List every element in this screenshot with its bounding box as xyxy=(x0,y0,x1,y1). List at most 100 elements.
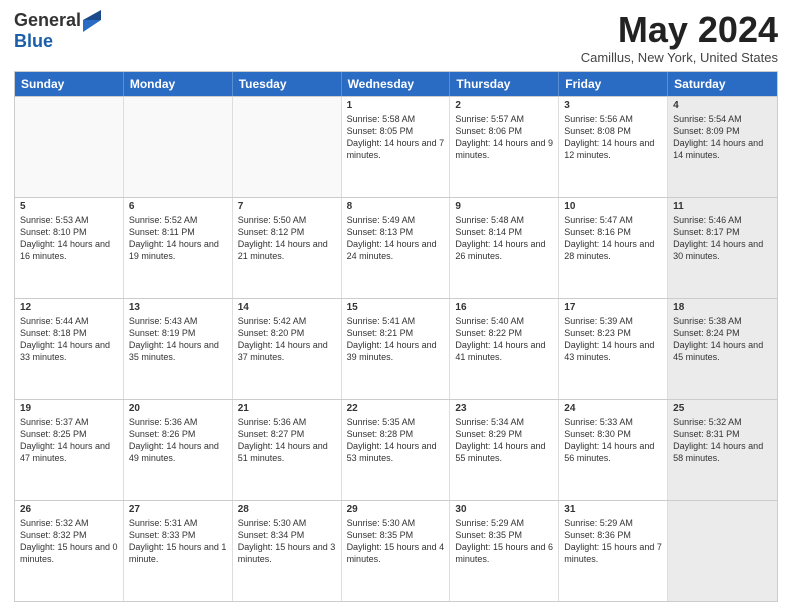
location: Camillus, New York, United States xyxy=(581,50,778,65)
day-number: 29 xyxy=(347,504,445,515)
day-number: 2 xyxy=(455,100,553,111)
calendar-cell: 6 Sunrise: 5:52 AM Sunset: 8:11 PM Daylig… xyxy=(124,198,233,298)
cell-text: Sunrise: 5:49 AM Sunset: 8:13 PM Dayligh… xyxy=(347,214,445,263)
cell-text: Sunrise: 5:43 AM Sunset: 8:19 PM Dayligh… xyxy=(129,315,227,364)
day-number: 1 xyxy=(347,100,445,111)
calendar-cell: 13 Sunrise: 5:43 AM Sunset: 8:19 PM Dayli… xyxy=(124,299,233,399)
cell-text: Sunrise: 5:32 AM Sunset: 8:31 PM Dayligh… xyxy=(673,416,772,465)
logo: General Blue xyxy=(14,10,101,52)
calendar-cell: 12 Sunrise: 5:44 AM Sunset: 8:18 PM Dayli… xyxy=(15,299,124,399)
day-number: 23 xyxy=(455,403,553,414)
calendar-header-cell: Sunday xyxy=(15,72,124,96)
day-number: 17 xyxy=(564,302,662,313)
logo-icon xyxy=(83,10,101,32)
cell-text: Sunrise: 5:44 AM Sunset: 8:18 PM Dayligh… xyxy=(20,315,118,364)
calendar-cell: 17 Sunrise: 5:39 AM Sunset: 8:23 PM Dayli… xyxy=(559,299,668,399)
cell-text: Sunrise: 5:35 AM Sunset: 8:28 PM Dayligh… xyxy=(347,416,445,465)
logo-text: General Blue xyxy=(14,10,101,52)
calendar-cell: 10 Sunrise: 5:47 AM Sunset: 8:16 PM Dayli… xyxy=(559,198,668,298)
cell-text: Sunrise: 5:50 AM Sunset: 8:12 PM Dayligh… xyxy=(238,214,336,263)
cell-text: Sunrise: 5:57 AM Sunset: 8:06 PM Dayligh… xyxy=(455,113,553,162)
calendar-cell: 4 Sunrise: 5:54 AM Sunset: 8:09 PM Daylig… xyxy=(668,97,777,197)
day-number: 31 xyxy=(564,504,662,515)
calendar-cell: 9 Sunrise: 5:48 AM Sunset: 8:14 PM Daylig… xyxy=(450,198,559,298)
day-number: 15 xyxy=(347,302,445,313)
cell-text: Sunrise: 5:37 AM Sunset: 8:25 PM Dayligh… xyxy=(20,416,118,465)
day-number: 12 xyxy=(20,302,118,313)
calendar-cell: 11 Sunrise: 5:46 AM Sunset: 8:17 PM Dayli… xyxy=(668,198,777,298)
calendar-cell: 31 Sunrise: 5:29 AM Sunset: 8:36 PM Dayli… xyxy=(559,501,668,601)
calendar-header-cell: Wednesday xyxy=(342,72,451,96)
cell-text: Sunrise: 5:36 AM Sunset: 8:26 PM Dayligh… xyxy=(129,416,227,465)
cell-text: Sunrise: 5:33 AM Sunset: 8:30 PM Dayligh… xyxy=(564,416,662,465)
header: General Blue May 2024 Camillus, New York… xyxy=(14,10,778,65)
cell-text: Sunrise: 5:47 AM Sunset: 8:16 PM Dayligh… xyxy=(564,214,662,263)
calendar-cell xyxy=(15,97,124,197)
calendar-cell xyxy=(124,97,233,197)
calendar-cell: 20 Sunrise: 5:36 AM Sunset: 8:26 PM Dayli… xyxy=(124,400,233,500)
day-number: 13 xyxy=(129,302,227,313)
calendar-cell: 3Sunrise: 5:56 AM Sunset: 8:08 PM Daylig… xyxy=(559,97,668,197)
day-number: 8 xyxy=(347,201,445,212)
calendar-cell: 19Sunrise: 5:37 AM Sunset: 8:25 PM Dayli… xyxy=(15,400,124,500)
calendar-header-cell: Saturday xyxy=(668,72,777,96)
calendar-cell: 18 Sunrise: 5:38 AM Sunset: 8:24 PM Dayli… xyxy=(668,299,777,399)
cell-text: Sunrise: 5:32 AM Sunset: 8:32 PM Dayligh… xyxy=(20,517,118,566)
calendar-cell: 5 Sunrise: 5:53 AM Sunset: 8:10 PM Daylig… xyxy=(15,198,124,298)
calendar-header-cell: Thursday xyxy=(450,72,559,96)
page: General Blue May 2024 Camillus, New York… xyxy=(0,0,792,612)
cell-text: Sunrise: 5:40 AM Sunset: 8:22 PM Dayligh… xyxy=(455,315,553,364)
cell-text: Sunrise: 5:52 AM Sunset: 8:11 PM Dayligh… xyxy=(129,214,227,263)
day-number: 30 xyxy=(455,504,553,515)
day-number: 16 xyxy=(455,302,553,313)
cell-text: Sunrise: 5:41 AM Sunset: 8:21 PM Dayligh… xyxy=(347,315,445,364)
cell-text: Sunrise: 5:56 AM Sunset: 8:08 PM Dayligh… xyxy=(564,113,662,162)
cell-text: Sunrise: 5:58 AM Sunset: 8:05 PM Dayligh… xyxy=(347,113,445,162)
day-number: 6 xyxy=(129,201,227,212)
calendar-row: 26 Sunrise: 5:32 AM Sunset: 8:32 PM Dayli… xyxy=(15,500,777,601)
calendar-cell: 28Sunrise: 5:30 AM Sunset: 8:34 PM Dayli… xyxy=(233,501,342,601)
calendar-row: 1 Sunrise: 5:58 AM Sunset: 8:05 PM Daylig… xyxy=(15,96,777,197)
day-number: 11 xyxy=(673,201,772,212)
calendar-cell xyxy=(233,97,342,197)
logo-general: General xyxy=(14,11,81,31)
calendar-cell: 26 Sunrise: 5:32 AM Sunset: 8:32 PM Dayli… xyxy=(15,501,124,601)
cell-text: Sunrise: 5:48 AM Sunset: 8:14 PM Dayligh… xyxy=(455,214,553,263)
day-number: 26 xyxy=(20,504,118,515)
calendar-row: 19Sunrise: 5:37 AM Sunset: 8:25 PM Dayli… xyxy=(15,399,777,500)
calendar-row: 12 Sunrise: 5:44 AM Sunset: 8:18 PM Dayli… xyxy=(15,298,777,399)
calendar-cell: 2 Sunrise: 5:57 AM Sunset: 8:06 PM Daylig… xyxy=(450,97,559,197)
cell-text: Sunrise: 5:34 AM Sunset: 8:29 PM Dayligh… xyxy=(455,416,553,465)
day-number: 9 xyxy=(455,201,553,212)
cell-text: Sunrise: 5:29 AM Sunset: 8:36 PM Dayligh… xyxy=(564,517,662,566)
day-number: 24 xyxy=(564,403,662,414)
calendar-cell: 21 Sunrise: 5:36 AM Sunset: 8:27 PM Dayli… xyxy=(233,400,342,500)
cell-text: Sunrise: 5:53 AM Sunset: 8:10 PM Dayligh… xyxy=(20,214,118,263)
calendar-cell: 23 Sunrise: 5:34 AM Sunset: 8:29 PM Dayli… xyxy=(450,400,559,500)
cell-text: Sunrise: 5:54 AM Sunset: 8:09 PM Dayligh… xyxy=(673,113,772,162)
day-number: 20 xyxy=(129,403,227,414)
day-number: 21 xyxy=(238,403,336,414)
day-number: 4 xyxy=(673,100,772,111)
day-number: 10 xyxy=(564,201,662,212)
cell-text: Sunrise: 5:29 AM Sunset: 8:35 PM Dayligh… xyxy=(455,517,553,566)
calendar-header-cell: Tuesday xyxy=(233,72,342,96)
calendar-cell: 15 Sunrise: 5:41 AM Sunset: 8:21 PM Dayli… xyxy=(342,299,451,399)
day-number: 14 xyxy=(238,302,336,313)
cell-text: Sunrise: 5:36 AM Sunset: 8:27 PM Dayligh… xyxy=(238,416,336,465)
day-number: 7 xyxy=(238,201,336,212)
day-number: 18 xyxy=(673,302,772,313)
cell-text: Sunrise: 5:38 AM Sunset: 8:24 PM Dayligh… xyxy=(673,315,772,364)
calendar-cell: 25Sunrise: 5:32 AM Sunset: 8:31 PM Dayli… xyxy=(668,400,777,500)
cell-text: Sunrise: 5:30 AM Sunset: 8:34 PM Dayligh… xyxy=(238,517,336,566)
calendar-cell: 14 Sunrise: 5:42 AM Sunset: 8:20 PM Dayli… xyxy=(233,299,342,399)
day-number: 27 xyxy=(129,504,227,515)
cell-text: Sunrise: 5:30 AM Sunset: 8:35 PM Dayligh… xyxy=(347,517,445,566)
cell-text: Sunrise: 5:42 AM Sunset: 8:20 PM Dayligh… xyxy=(238,315,336,364)
calendar: SundayMondayTuesdayWednesdayThursdayFrid… xyxy=(14,71,778,602)
calendar-cell: 27Sunrise: 5:31 AM Sunset: 8:33 PM Dayli… xyxy=(124,501,233,601)
cell-text: Sunrise: 5:39 AM Sunset: 8:23 PM Dayligh… xyxy=(564,315,662,364)
day-number: 5 xyxy=(20,201,118,212)
calendar-header-cell: Monday xyxy=(124,72,233,96)
cell-text: Sunrise: 5:46 AM Sunset: 8:17 PM Dayligh… xyxy=(673,214,772,263)
